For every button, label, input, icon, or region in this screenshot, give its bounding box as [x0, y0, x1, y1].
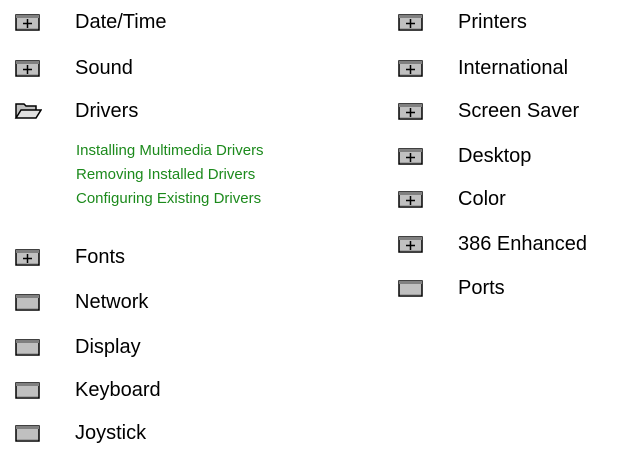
- topic-keyboard[interactable]: Keyboard: [14, 375, 161, 405]
- topic-label: Sound: [75, 57, 133, 79]
- topic-label: Fonts: [75, 246, 126, 268]
- topic-fonts[interactable]: Fonts: [14, 242, 125, 272]
- topic-label: Network: [75, 291, 149, 313]
- closed-book-icon: [397, 188, 425, 210]
- topic-joystick[interactable]: Joystick: [14, 418, 146, 448]
- page-icon: [14, 291, 42, 313]
- page-icon: [397, 277, 425, 299]
- topic-label: International: [458, 57, 569, 79]
- topic-screen-saver[interactable]: Screen Saver: [397, 96, 579, 126]
- open-book-icon: [14, 100, 42, 122]
- closed-book-icon: [397, 11, 425, 33]
- topic-label: Printers: [458, 11, 527, 33]
- closed-book-icon: [397, 100, 425, 122]
- topic-label: Color: [458, 188, 506, 210]
- topic-desktop[interactable]: Desktop: [397, 141, 531, 171]
- closed-book-icon: [397, 57, 425, 79]
- topic-date-time[interactable]: Date/Time: [14, 7, 167, 37]
- topic-label: Date/Time: [75, 11, 167, 33]
- topic-label: Screen Saver: [458, 100, 580, 122]
- topic-international[interactable]: International: [397, 53, 568, 83]
- topic-label: Ports: [458, 277, 505, 299]
- subtopic-installing-multimedia-drivers[interactable]: Installing Multimedia Drivers: [76, 142, 264, 160]
- topic-label: Keyboard: [75, 379, 161, 401]
- subtopic-configuring-existing-drivers[interactable]: Configuring Existing Drivers: [76, 190, 261, 208]
- closed-book-icon: [397, 233, 425, 255]
- page-icon: [14, 422, 42, 444]
- topic-label: 386 Enhanced: [458, 233, 588, 255]
- topic-label: Joystick: [75, 422, 147, 444]
- topic-386-enhanced[interactable]: 386 Enhanced: [397, 229, 587, 259]
- topic-printers[interactable]: Printers: [397, 7, 527, 37]
- closed-book-icon: [14, 57, 42, 79]
- closed-book-icon: [14, 246, 42, 268]
- page-icon: [14, 336, 42, 358]
- topic-label: Drivers: [75, 100, 139, 122]
- topic-label: Desktop: [458, 145, 532, 167]
- topic-network[interactable]: Network: [14, 287, 148, 317]
- topic-drivers[interactable]: Drivers: [14, 96, 138, 126]
- topic-label: Display: [75, 336, 141, 358]
- closed-book-icon: [14, 11, 42, 33]
- subtopic-removing-installed-drivers[interactable]: Removing Installed Drivers: [76, 166, 255, 184]
- topic-sound[interactable]: Sound: [14, 53, 133, 83]
- closed-book-icon: [397, 145, 425, 167]
- topic-ports[interactable]: Ports: [397, 273, 505, 303]
- topic-display[interactable]: Display: [14, 332, 141, 362]
- page-icon: [14, 379, 42, 401]
- topic-color[interactable]: Color: [397, 184, 506, 214]
